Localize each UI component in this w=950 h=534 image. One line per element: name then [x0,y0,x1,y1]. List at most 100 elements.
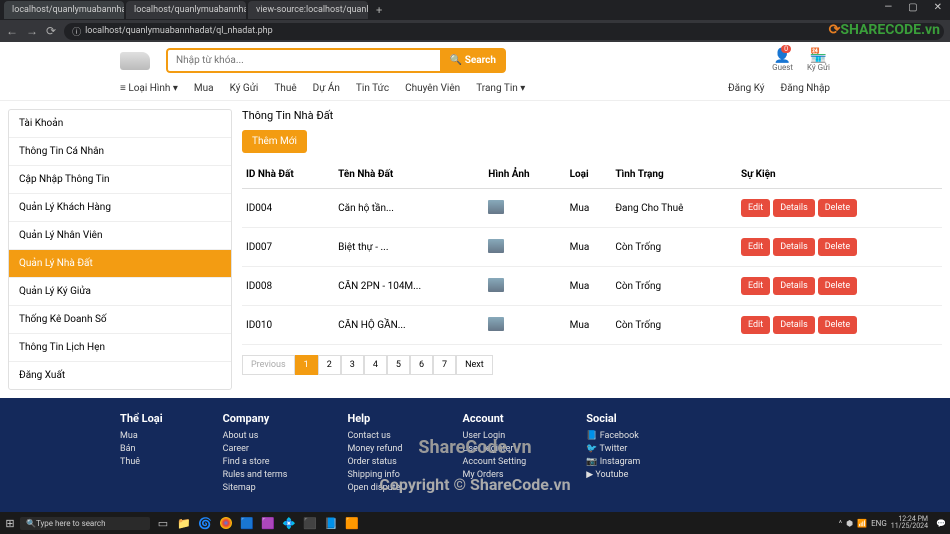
delete-button[interactable]: Delete [818,277,857,295]
browser-tab[interactable]: localhost/quanlymuabannhadat× [4,1,124,19]
edge-icon[interactable]: 🌀 [196,514,214,532]
delete-button[interactable]: Delete [818,316,857,334]
tray-icon[interactable]: ⬢ [846,519,853,528]
footer-link[interactable]: 📷 Instagram [586,457,640,467]
wifi-icon[interactable]: 📶 [857,519,867,528]
site-logo[interactable] [120,52,150,70]
edit-button[interactable]: Edit [741,316,770,334]
page-number-button[interactable]: 6 [410,355,433,375]
nav-thue[interactable]: Thuê [274,83,296,94]
footer-link[interactable]: Career [223,444,288,454]
word-icon[interactable]: 📘 [322,514,340,532]
page-number-button[interactable]: 3 [341,355,364,375]
task-view-icon[interactable]: ▭ [154,514,172,532]
page-number-button[interactable]: 4 [364,355,387,375]
edit-button[interactable]: Edit [741,199,770,217]
nav-login[interactable]: Đăng Nhập [781,83,830,94]
sidebar-item[interactable]: Cập Nhập Thông Tin [9,166,231,194]
footer-link[interactable]: About us [223,431,288,441]
nav-duan[interactable]: Dự Án [313,83,340,94]
page-number-button[interactable]: 7 [433,355,456,375]
footer-link[interactable]: Thuê [120,457,163,467]
details-button[interactable]: Details [773,277,815,295]
footer-link[interactable]: 📘 Facebook [586,431,640,441]
delete-button[interactable]: Delete [818,199,857,217]
start-button[interactable]: ⊞ [0,517,20,530]
url-input[interactable]: ⓘ localhost/quanlymuabannhadat/ql_nhadat… [64,23,944,40]
edit-button[interactable]: Edit [741,277,770,295]
kygui-icon[interactable]: 🏪 Ký Gửi [807,49,830,72]
nav-tintuc[interactable]: Tin Tức [356,83,389,94]
edit-button[interactable]: Edit [741,238,770,256]
guest-icon[interactable]: 👤 0 Guest [772,49,793,72]
lang-indicator[interactable]: ENG [871,519,887,528]
footer-link[interactable]: Bán [120,444,163,454]
search-input[interactable] [166,48,440,73]
sidebar-item[interactable]: Quản Lý Nhà Đất [9,250,231,278]
footer-link[interactable]: Sitemap [223,483,288,493]
prev-page-button[interactable]: Previous [242,355,295,375]
page-number-button[interactable]: 5 [387,355,410,375]
nav-mua[interactable]: Mua [194,83,214,94]
browser-tab[interactable]: localhost/quanlymuabannha× [126,1,246,19]
maximize-button[interactable]: ▢ [900,0,925,15]
nav-trangtin[interactable]: Trang Tin ▾ [476,83,525,94]
sidebar-item[interactable]: Thống Kê Doanh Số [9,306,231,334]
add-new-button[interactable]: Thêm Mới [242,130,307,153]
details-button[interactable]: Details [773,238,815,256]
thumbnail [488,278,504,292]
footer-link[interactable]: Money refund [347,444,402,454]
footer-link[interactable]: Find a store [223,457,288,467]
footer-link[interactable]: Mua [120,431,163,441]
system-tray[interactable]: ^ ⬢ 📶 ENG 12:24 PM 11/25/2024 💬 [839,516,950,530]
details-button[interactable]: Details [773,199,815,217]
forward-button[interactable]: → [26,24,38,38]
cell-name: CĂN HỘ GẦN... [334,306,484,345]
footer-link[interactable]: User Login [462,431,526,441]
vscode-icon[interactable]: 💠 [280,514,298,532]
footer-link[interactable]: Open dispute [347,483,402,493]
footer-link[interactable]: Account Setting [462,457,526,467]
details-button[interactable]: Details [773,316,815,334]
app-icon[interactable]: 🟦 [238,514,256,532]
footer-link[interactable]: My Orders [462,470,526,480]
notifications-icon[interactable]: 💬 [936,519,946,528]
sidebar-item[interactable]: Quản Lý Khách Hàng [9,194,231,222]
back-button[interactable]: ← [6,24,18,38]
page-number-button[interactable]: 1 [295,355,318,375]
app-icon[interactable]: ⬛ [301,514,319,532]
search-button[interactable]: 🔍 Search [440,48,506,73]
footer-link[interactable]: Shipping info [347,470,402,480]
new-tab-button[interactable]: + [370,4,388,17]
explorer-icon[interactable]: 📁 [175,514,193,532]
taskbar-search[interactable]: 🔍 Type here to search [20,517,150,530]
nav-register[interactable]: Đăng Ký [728,83,765,94]
nav-category[interactable]: ≡ Loại Hình ▾ [120,83,178,94]
sidebar-item[interactable]: Tài Khoản [9,110,231,138]
sidebar-item[interactable]: Đăng Xuất [9,362,231,389]
footer-link[interactable]: User register [462,444,526,454]
xampp-icon[interactable]: 🟧 [343,514,361,532]
sidebar-item[interactable]: Quản Lý Ký Giửa [9,278,231,306]
nav-chuyenvien[interactable]: Chuyên Viên [405,83,460,94]
app-icon[interactable]: 🟪 [259,514,277,532]
footer-link[interactable]: Order status [347,457,402,467]
chrome-icon[interactable] [220,517,232,529]
clock[interactable]: 12:24 PM 11/25/2024 [891,516,932,530]
footer-link[interactable]: Contact us [347,431,402,441]
next-page-button[interactable]: Next [456,355,493,375]
minimize-button[interactable]: — [876,0,900,15]
nav-kygui[interactable]: Ký Gửi [230,83,259,94]
sidebar-item[interactable]: Thông Tin Lịch Hẹn [9,334,231,362]
footer-link[interactable]: Rules and terms [223,470,288,480]
chevron-up-icon[interactable]: ^ [839,519,842,528]
reload-button[interactable]: ⟳ [46,24,56,38]
close-window-button[interactable]: ✕ [926,0,950,15]
delete-button[interactable]: Delete [818,238,857,256]
browser-tab[interactable]: view-source:localhost/quanlym× [248,1,368,19]
footer-link[interactable]: ▶ Youtube [586,470,640,480]
footer-link[interactable]: 🐦 Twitter [586,444,640,454]
sidebar-item[interactable]: Quản Lý Nhân Viên [9,222,231,250]
sidebar-item[interactable]: Thông Tin Cá Nhân [9,138,231,166]
page-number-button[interactable]: 2 [318,355,341,375]
